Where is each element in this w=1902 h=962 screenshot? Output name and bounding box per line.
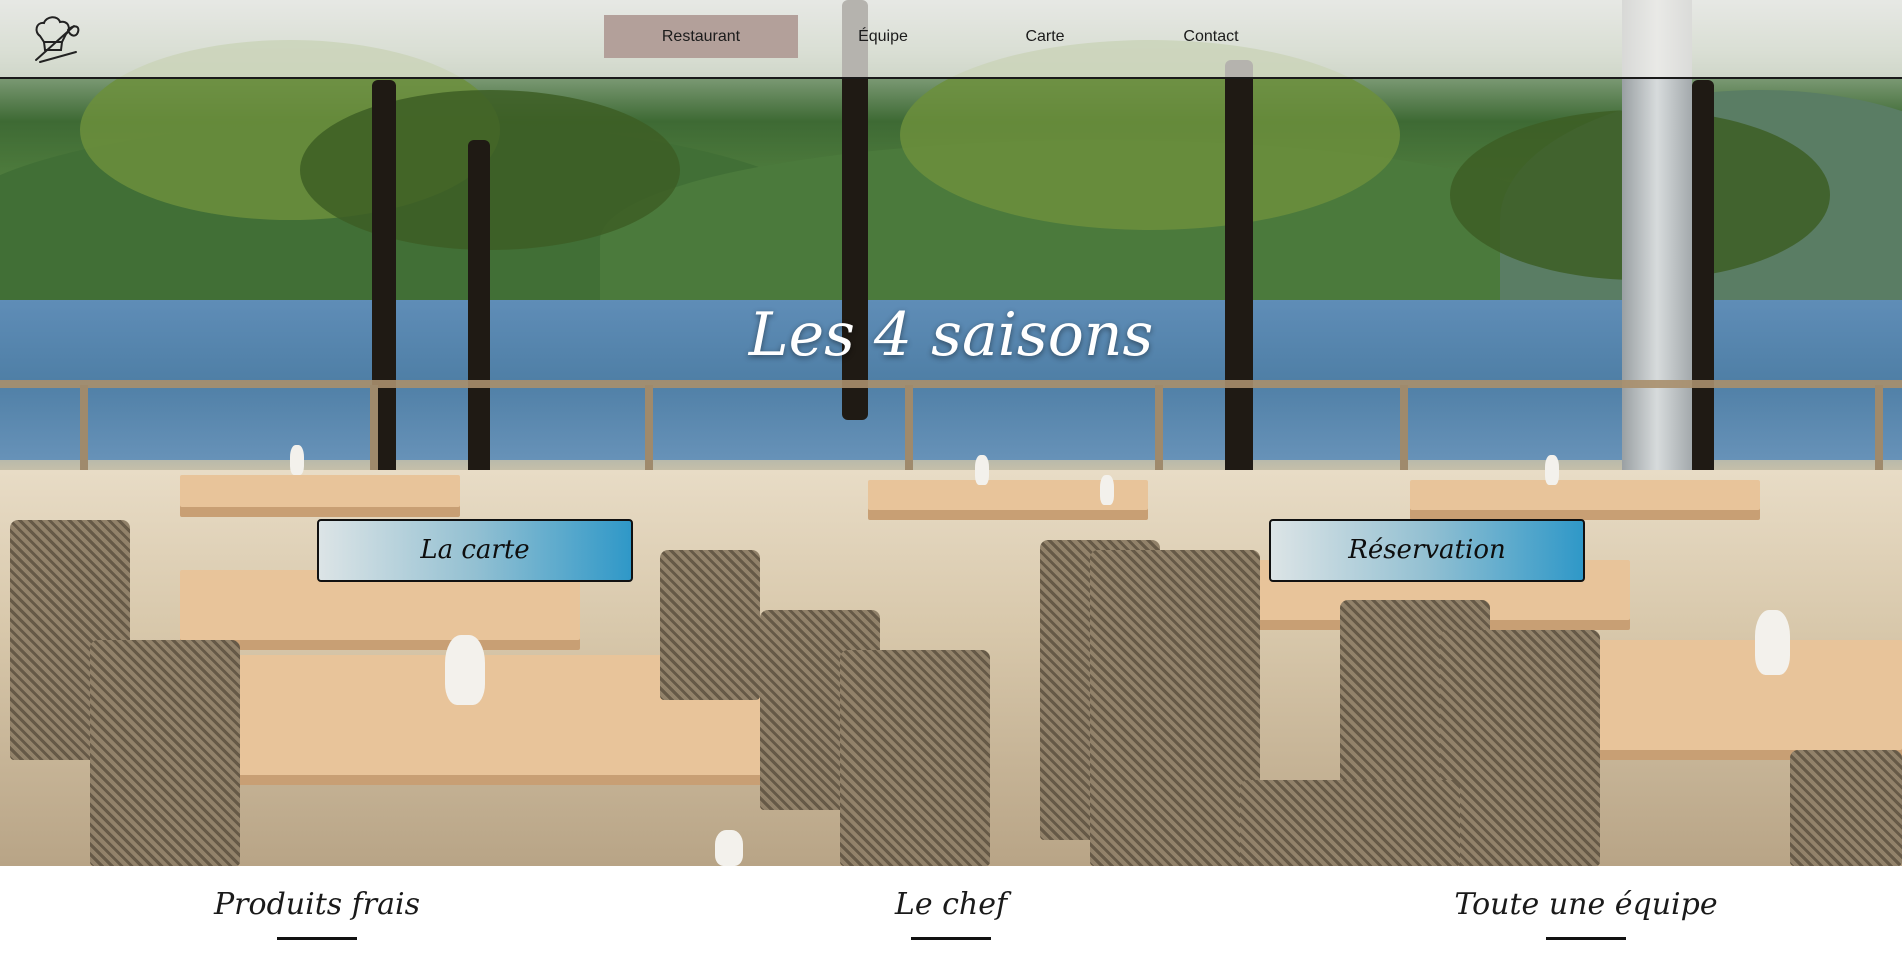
wicker-chair	[90, 640, 240, 866]
feature-title: Produits frais	[213, 887, 420, 922]
flower-vase	[445, 635, 485, 705]
wicker-chair	[660, 550, 760, 700]
hero-title: Les 4 saisons	[748, 300, 1154, 370]
chef-hat-logo-icon[interactable]	[28, 12, 84, 68]
nav-item-contact[interactable]: Contact	[1114, 15, 1308, 58]
pine-foliage	[300, 90, 680, 250]
railing	[0, 380, 1902, 388]
wicker-chair	[1240, 780, 1460, 866]
feature-title: Le chef	[894, 887, 1008, 922]
table	[180, 475, 460, 507]
flower-vase	[715, 830, 743, 866]
reservation-button[interactable]: Réservation	[1269, 519, 1585, 582]
hero-background-image	[0, 0, 1902, 866]
flower-vase	[975, 455, 989, 485]
feature-underline	[1546, 937, 1626, 940]
feature-toute-une-equipe: Toute une équipe	[1386, 885, 1786, 940]
wicker-chair	[1790, 750, 1902, 866]
flower-vase	[1755, 610, 1790, 675]
nav-item-restaurant[interactable]: Restaurant	[604, 15, 798, 58]
wicker-chair	[840, 650, 990, 866]
feature-title: Toute une équipe	[1454, 887, 1718, 922]
nav-item-carte[interactable]: Carte	[948, 15, 1142, 58]
top-navbar: Restaurant Équipe Carte Contact	[0, 0, 1902, 79]
feature-underline	[277, 937, 357, 940]
wicker-chair	[1090, 550, 1260, 866]
la-carte-button[interactable]: La carte	[317, 519, 633, 582]
flower-vase	[290, 445, 304, 475]
table	[1410, 480, 1760, 510]
feature-underline	[911, 937, 991, 940]
tree-trunk	[1225, 60, 1253, 520]
wicker-chair	[1440, 630, 1600, 866]
flower-vase	[1100, 475, 1114, 505]
feature-le-chef: Le chef	[751, 885, 1151, 940]
tree-trunk	[1692, 80, 1714, 500]
feature-produits-frais: Produits frais	[117, 885, 517, 940]
flower-vase	[1545, 455, 1559, 485]
